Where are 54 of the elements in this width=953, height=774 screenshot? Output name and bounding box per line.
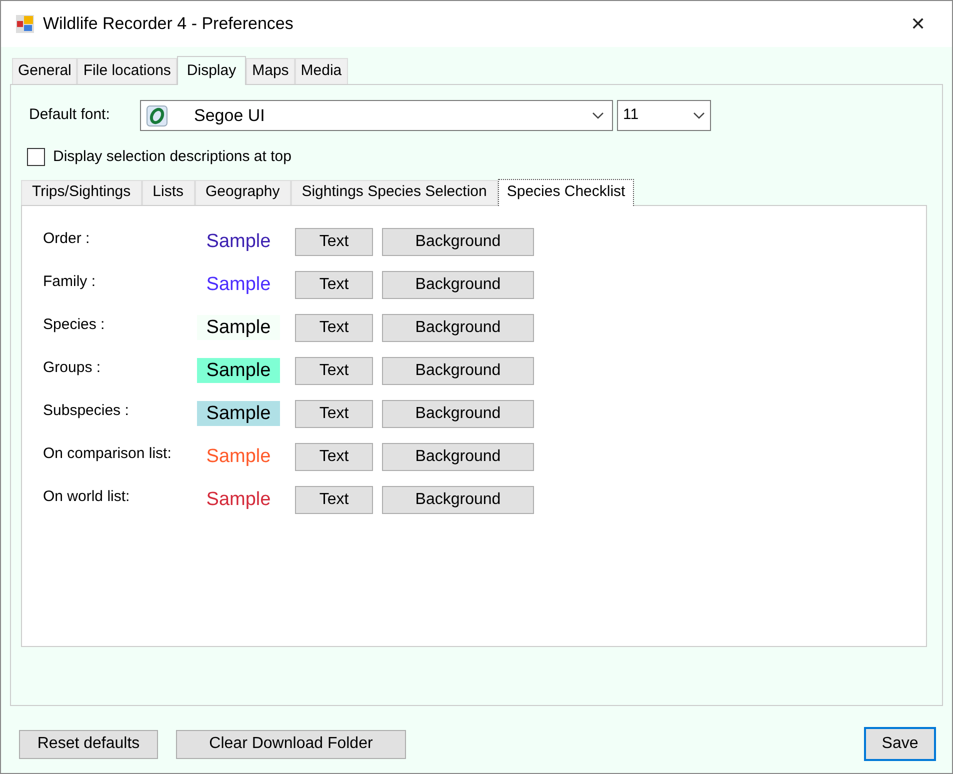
tab[interactable]: Trips/Sightings <box>21 180 142 204</box>
sample-text: Sample <box>206 230 271 252</box>
text-color-button[interactable]: Text <box>295 270 373 298</box>
background-color-button[interactable]: Background <box>382 400 534 428</box>
sample-text: Sample <box>206 402 271 424</box>
style-label: On comparison list: <box>43 444 172 464</box>
dialog-button[interactable]: Save <box>864 727 936 761</box>
sample-text: Sample <box>206 272 271 296</box>
tab[interactable]: File locations <box>77 58 177 84</box>
tab[interactable]: Maps <box>246 58 295 84</box>
text-color-button[interactable]: Text <box>295 356 373 384</box>
sample-text: Sample <box>206 488 271 510</box>
tab[interactable]: Lists <box>142 180 194 204</box>
sample-text: Sample <box>206 444 271 468</box>
background-color-button[interactable]: Background <box>382 356 534 384</box>
chevron-down-icon <box>693 112 705 120</box>
checkbox[interactable] <box>27 148 45 166</box>
tab[interactable]: General <box>12 58 78 84</box>
dialog-button[interactable]: Clear Download Folder <box>176 730 406 758</box>
dialog-button[interactable]: Reset defaults <box>19 730 158 758</box>
chevron-down-icon <box>592 112 604 120</box>
background-color-button[interactable]: Background <box>382 270 534 298</box>
style-label: Family : <box>43 272 96 292</box>
tab[interactable]: Media <box>294 58 348 84</box>
font-size-dropdown[interactable]: 11 <box>617 100 711 131</box>
font-value: Segoe UI <box>194 104 266 127</box>
window-title: Wildlife Recorder 4 - Preferences <box>43 13 294 36</box>
app-icon <box>15 14 35 34</box>
background-color-button[interactable]: Background <box>382 442 534 470</box>
default-font-label: Default font: <box>29 105 111 126</box>
style-label: Order : <box>43 228 91 248</box>
sample-text: Sample <box>206 358 271 382</box>
text-color-button[interactable]: Text <box>295 486 373 514</box>
style-label: Subspecies : <box>43 400 130 420</box>
tab[interactable]: Display <box>176 56 246 85</box>
text-color-button[interactable]: Text <box>295 400 373 428</box>
background-color-button[interactable]: Background <box>382 314 534 342</box>
tab[interactable]: Sightings Species Selection <box>290 180 498 204</box>
font-size-value: 11 <box>623 105 640 126</box>
background-color-button[interactable]: Background <box>382 486 534 514</box>
style-label: Species : <box>43 314 106 334</box>
background-color-button[interactable]: Background <box>382 228 534 256</box>
tab[interactable]: Species Checklist <box>498 178 634 206</box>
sample-text: Sample <box>206 316 271 338</box>
checkbox-label: Display selection descriptions at top <box>53 147 292 167</box>
font-icon <box>146 104 168 126</box>
tab[interactable]: Geography <box>194 180 291 204</box>
close-button[interactable]: ✕ <box>898 9 938 39</box>
text-color-button[interactable]: Text <box>295 228 373 256</box>
text-color-button[interactable]: Text <box>295 442 373 470</box>
text-color-button[interactable]: Text <box>295 314 373 342</box>
font-dropdown[interactable]: Segoe UI <box>140 100 613 131</box>
style-label: On world list: <box>43 486 131 506</box>
style-label: Groups : <box>43 358 102 378</box>
